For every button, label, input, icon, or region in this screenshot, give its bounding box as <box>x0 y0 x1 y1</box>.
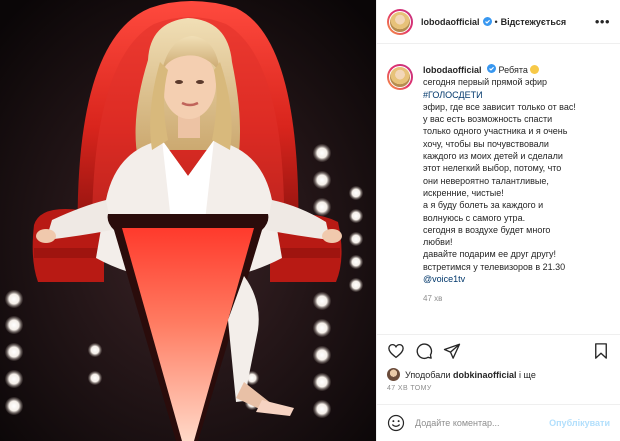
share-icon[interactable] <box>443 342 461 360</box>
caption-text: а я буду болеть за каждого и <box>423 200 544 211</box>
caption-avatar[interactable] <box>387 64 413 90</box>
comment-input[interactable] <box>415 418 550 428</box>
caption-text: они невероятно талантливые, <box>423 175 549 186</box>
caption-text: эфир, где все зависит только от вас! <box>423 101 576 112</box>
post-caption: lobodaofficial Ребята сегодня первый пря… <box>387 64 612 306</box>
caption-text: давайте подарим ее друг другу! <box>423 249 557 260</box>
mention-link[interactable]: @voice1tv <box>423 273 576 285</box>
caption-text: Ребята <box>498 65 528 75</box>
header-separator: • <box>494 16 498 27</box>
publish-button[interactable]: Опублікувати <box>549 418 610 428</box>
post-sidebar: lobodaofficial • Відстежується ••• lobod… <box>376 0 620 441</box>
caption-text: искренние, чистые! <box>423 187 504 198</box>
author-username[interactable]: lobodaofficial <box>421 17 480 27</box>
liker-username[interactable]: dobkinaofficial <box>453 370 517 380</box>
post-header: lobodaofficial • Відстежується ••• <box>377 0 620 44</box>
caption-text: сегодня первый прямой эфир <box>423 77 548 88</box>
caption-text: каждого из моих детей и сделали <box>423 151 563 162</box>
smiling-face-emoji <box>529 65 539 74</box>
smiley-icon[interactable] <box>387 414 405 432</box>
caption-text: этот нелегкий выбор, потому, что <box>423 163 562 174</box>
post-photo[interactable] <box>0 0 376 441</box>
caption-text: хочу, чтобы вы почувствовали <box>423 138 549 149</box>
caption-text: сегодня в воздухе будет много <box>423 224 551 235</box>
caption-body: lobodaofficial Ребята сегодня первый пря… <box>423 64 576 306</box>
likes-prefix: Уподобали <box>405 369 451 380</box>
caption-line: lobodaofficial Ребята <box>423 64 576 76</box>
liker-avatar[interactable] <box>387 368 400 381</box>
caption-text: волнуюсь с самого утра. <box>423 212 526 223</box>
follow-status-button[interactable]: Відстежується <box>501 17 566 27</box>
more-options-icon[interactable]: ••• <box>595 14 610 29</box>
verified-badge-icon <box>482 17 492 26</box>
caption-timestamp[interactable]: 47 хв <box>423 293 576 305</box>
comment-icon[interactable] <box>415 342 433 360</box>
post-image <box>0 0 376 441</box>
profile-avatar[interactable] <box>387 8 413 35</box>
caption-username[interactable]: lobodaofficial <box>423 65 482 75</box>
instagram-post: lobodaofficial • Відстежується ••• lobod… <box>0 0 620 441</box>
caption-text: только одного участника и я очень <box>423 126 568 137</box>
heart-icon[interactable] <box>387 342 405 360</box>
caption-text: встретимся у телевизоров в 21.30 <box>423 261 566 272</box>
caption-text: у вас есть возможность спасти <box>423 114 553 125</box>
post-timestamp[interactable]: 47 ХВ ТОМУ <box>387 385 432 392</box>
comment-form: Опублікувати <box>377 404 620 441</box>
likes-suffix[interactable]: і ще <box>519 370 536 380</box>
bookmark-icon[interactable] <box>592 342 610 360</box>
likes-summary: Уподобали dobkinaofficial і ще <box>387 368 536 381</box>
post-actions <box>377 334 620 366</box>
hashtag-link[interactable]: #ГОЛОСДЕТИ <box>423 89 576 101</box>
caption-text: любви! <box>423 237 453 248</box>
verified-badge-icon <box>487 64 497 73</box>
